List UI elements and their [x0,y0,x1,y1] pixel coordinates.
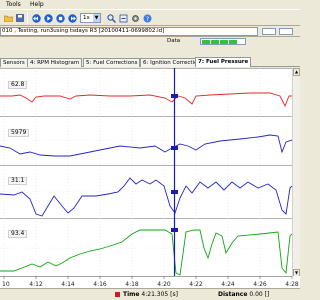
channel-3-value: 31.1 [8,177,28,185]
channel-3-trace [0,177,293,217]
data-segment [229,40,237,44]
distance-readout: Distance 0.00 [] [218,291,269,298]
time-axis-tick-label: 4:28 [285,281,299,288]
zoom-button[interactable] [105,12,117,24]
tab-fuel-pressure[interactable]: 7: Fuel Pressure [195,57,252,67]
chevron-down-icon: ▼ [93,14,100,22]
stop-icon [55,13,65,23]
data-segment [220,40,228,44]
toolbar: 1x ▼ ? [0,9,300,26]
tab-fuel-corrections[interactable]: 5: Fuel Corrections [83,58,141,67]
data-segment [202,40,210,44]
help-icon: ? [143,14,151,23]
data-bar: Data [0,37,300,46]
time-axis-tick-label: 4:24 [221,281,235,288]
cursor-marker [171,94,178,98]
channel-1-trace [0,92,292,108]
scroll-up-icon[interactable]: ▲ [293,68,300,76]
time-axis-tick-label: 10 [2,281,10,288]
cursor-marker [171,228,178,232]
distance-unit: [] [264,291,270,298]
info-box-1 [262,28,276,35]
distance-value: 0.00 [249,291,263,298]
save-button[interactable] [14,12,26,24]
distance-label: Distance [218,291,248,298]
gear-icon [131,14,139,22]
data-segment [211,40,219,44]
time-marker-swatch [115,292,120,297]
playback-speed-select[interactable]: 1x ▼ [80,13,101,23]
info-box-2 [279,28,293,35]
time-axis-tick-label: 4:14 [61,281,75,288]
time-readout: Time 4:21.305 [s] [123,291,178,298]
vertical-scrollbar[interactable]: ▲ ▼ [292,68,300,278]
plot-area[interactable]: 62.8 5979 31.1 93.4 [0,68,293,278]
menu-help[interactable]: Help [30,1,44,8]
magnifier-icon [106,13,116,23]
worksheet-tabs: Sensors 4: RPM Histogram 5: Fuel Correct… [0,57,300,67]
time-label: Time [123,291,140,298]
time-value: 4:21.305 [141,291,169,298]
channel-2-value: 5979 [8,129,30,137]
tab-sensors[interactable]: Sensors [0,58,28,67]
channel-4-value: 93.4 [8,230,28,238]
data-indicator [200,38,246,45]
time-axis-tick-label: 4:26 [253,281,267,288]
zoom-out-icon [119,14,127,22]
toolbar-separator [27,12,28,24]
rewind-button[interactable] [30,12,42,24]
open-button[interactable] [2,12,14,24]
status-bar: Time 4:21.305 [s] Distance 0.00 [] [0,288,300,300]
channel-plots[interactable] [0,68,293,278]
time-axis-tick-label: 4:22 [189,281,203,288]
help-button[interactable]: ? [141,12,153,24]
zoom-out-button[interactable] [117,12,129,24]
time-unit: [s] [170,291,178,298]
time-axis: 10 4:12 4:14 4:16 4:18 4:20 4:22 4:24 4:26 4:28 [0,276,300,288]
channel-4-trace [0,229,293,276]
cursor-marker [171,146,178,150]
fast-forward-icon [67,13,77,23]
time-axis-tick-label: 4:18 [125,281,139,288]
play-button[interactable] [42,12,54,24]
folder-icon [3,15,13,22]
time-axis-tick-label: 4:12 [29,281,43,288]
channel-2-trace [0,134,293,157]
menu-tools[interactable]: Tools [6,1,21,8]
settings-button[interactable] [129,12,141,24]
menu-bar: Tools Help [0,0,300,9]
time-axis-tick-label: 4:16 [93,281,107,288]
time-axis-tick-label: 4:20 [157,281,171,288]
playback-speed-value: 1x [83,15,90,21]
disk-icon [16,14,24,22]
play-icon [43,13,53,23]
file-info-bar: 010 , Testing, run3using tsdays R3 [2010… [0,26,300,37]
svg-text:?: ? [145,16,148,23]
data-label: Data [167,38,181,44]
stop-button[interactable] [54,12,66,24]
rewind-icon [31,13,41,23]
channel-1-value: 62.8 [8,81,28,89]
file-info-field: 010 , Testing, run3using tsdays R3 [2010… [0,27,258,36]
tab-rpm-histogram[interactable]: 4: RPM Histogram [27,58,83,67]
forward-button[interactable] [66,12,78,24]
cursor-marker [171,190,178,194]
